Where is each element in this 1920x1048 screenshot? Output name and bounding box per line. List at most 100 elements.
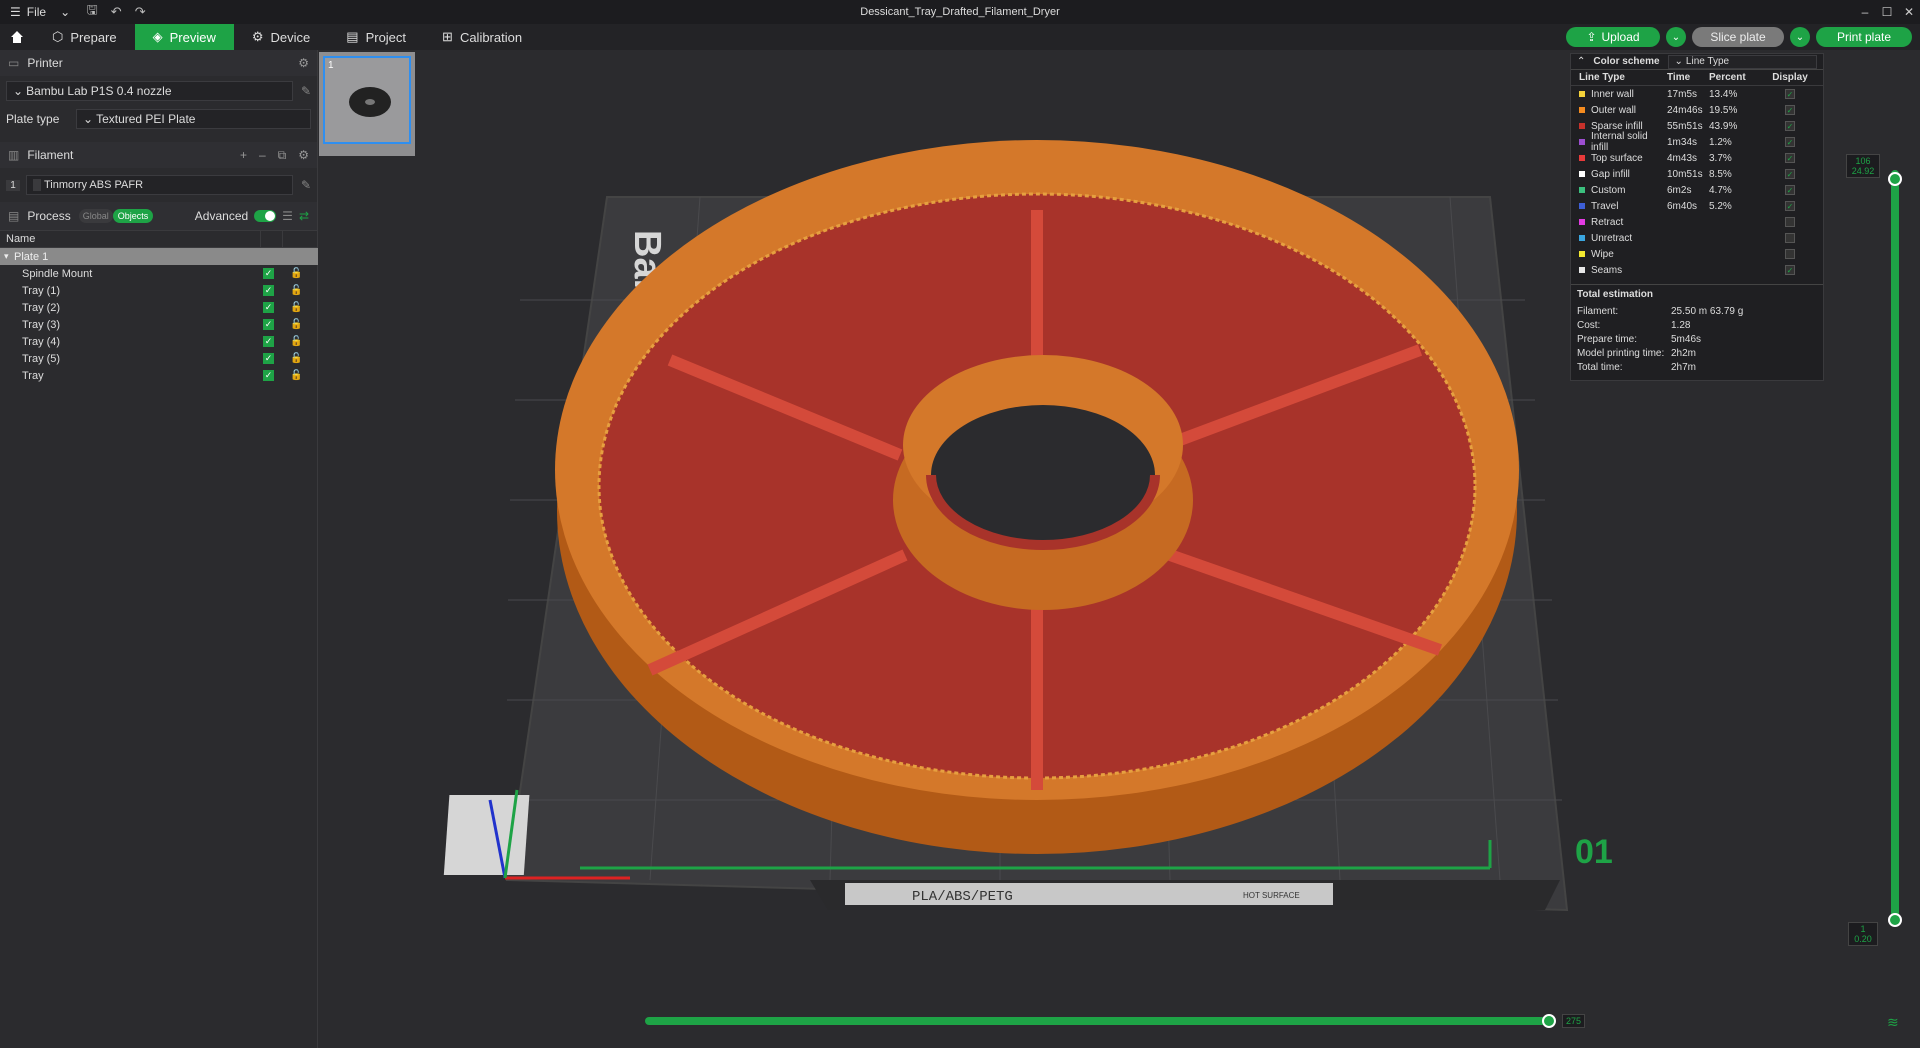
lock-icon[interactable]: 🔓 (290, 370, 304, 381)
compare-icon[interactable]: ⇄ (299, 209, 309, 223)
edit-icon[interactable]: ✎ (301, 84, 311, 98)
collapse-icon[interactable]: ⌃ (1577, 56, 1585, 67)
axis-cube (443, 795, 530, 875)
lock-icon[interactable]: 🔓 (290, 268, 304, 279)
display-checkbox[interactable]: ✓ (1785, 169, 1795, 179)
objects-toggle[interactable]: Objects (112, 209, 154, 223)
color-scheme-select[interactable]: ⌄ Line Type (1667, 54, 1817, 69)
home-icon[interactable] (0, 24, 34, 50)
lock-icon[interactable]: 🔓 (290, 285, 304, 296)
object-name: Tray (3) (22, 318, 61, 331)
bottom-layer-height: 0.20 (1854, 934, 1872, 944)
visible-checkbox[interactable]: ✓ (263, 302, 274, 313)
plate-type-select[interactable]: ⌄ Textured PEI Plate (76, 109, 311, 129)
upload-button[interactable]: ⇪ Upload (1566, 27, 1660, 47)
display-checkbox[interactable]: ✓ (1785, 137, 1795, 147)
name-column-header[interactable]: Name (6, 233, 260, 245)
undo-icon[interactable]: ↶ (104, 0, 128, 24)
lock-icon[interactable]: 🔓 (290, 302, 304, 313)
total-value: 25.50 m 63.79 g (1671, 305, 1744, 317)
file-menu[interactable]: ☰ File ⌄ (0, 5, 80, 19)
printer-settings-icon[interactable]: ⚙ (298, 56, 309, 70)
edit-icon[interactable]: ✎ (301, 178, 311, 192)
layer-slider-bottom-handle[interactable] (1888, 913, 1902, 927)
print-dropdown-button[interactable]: ⌄ (1790, 27, 1810, 47)
line-type-percent: 19.5% (1709, 104, 1738, 116)
print-plate-button[interactable]: Print plate (1816, 27, 1912, 47)
layers-icon[interactable]: ≋ (1887, 1014, 1899, 1031)
tab-calibration[interactable]: ⊞ Calibration (424, 24, 540, 50)
object-row[interactable]: Tray (1) ✓ 🔓 (0, 282, 318, 299)
tab-preview[interactable]: ◈ Preview (134, 24, 234, 50)
slice-dropdown-button[interactable]: ⌄ (1666, 27, 1686, 47)
printer-select[interactable]: ⌄ Bambu Lab P1S 0.4 nozzle (6, 81, 293, 101)
display-checkbox[interactable]: ✓ (1785, 201, 1795, 211)
maximize-icon[interactable]: ☐ (1876, 0, 1898, 24)
object-row[interactable]: Tray (2) ✓ 🔓 (0, 299, 318, 316)
plate-row[interactable]: ▾ Plate 1 (0, 248, 318, 265)
visible-checkbox[interactable]: ✓ (263, 353, 274, 364)
display-checkbox[interactable]: ✓ (1785, 121, 1795, 131)
add-filament-icon[interactable]: + (240, 148, 247, 163)
lock-icon[interactable]: 🔓 (290, 319, 304, 330)
line-type-swatch (1579, 219, 1585, 225)
display-checkbox[interactable]: ✓ (1785, 105, 1795, 115)
tab-device[interactable]: ⚙ Device (234, 24, 328, 50)
visible-checkbox[interactable]: ✓ (263, 268, 274, 279)
object-row[interactable]: Tray ✓ 🔓 (0, 367, 318, 384)
layers-icon: ◈ (152, 29, 163, 44)
plate-thumbnail[interactable]: 1 (319, 52, 415, 156)
plate-type-value: Textured PEI Plate (96, 112, 196, 126)
lock-icon[interactable]: 🔓 (290, 353, 304, 364)
line-type-name: Custom (1591, 184, 1626, 196)
display-checkbox[interactable]: ✓ (1785, 89, 1795, 99)
save-icon[interactable]: 🖫 (80, 0, 104, 24)
filament-select[interactable]: Tinmorry ABS PAFR (26, 175, 293, 195)
display-checkbox[interactable]: ✓ (1785, 233, 1795, 243)
display-checkbox[interactable]: ✓ (1785, 217, 1795, 227)
line-type-name: Internal solid infill (1590, 131, 1648, 153)
object-name: Tray (22, 369, 44, 382)
global-toggle[interactable]: Global (78, 209, 113, 223)
visible-checkbox[interactable]: ✓ (263, 319, 274, 330)
upload-icon: ⇪ (1586, 30, 1597, 44)
display-checkbox[interactable]: ✓ (1785, 265, 1795, 275)
layer-slider[interactable] (1891, 170, 1899, 922)
line-type-percent: 3.7% (1709, 152, 1732, 164)
move-slider[interactable] (645, 1017, 1550, 1025)
visible-checkbox[interactable]: ✓ (263, 336, 274, 347)
total-value: 5m46s (1671, 333, 1702, 345)
visible-checkbox[interactable]: ✓ (263, 285, 274, 296)
lock-icon[interactable]: 🔓 (290, 336, 304, 347)
object-row[interactable]: Tray (4) ✓ 🔓 (0, 333, 318, 350)
slice-plate-button[interactable]: Slice plate (1692, 27, 1784, 47)
advanced-switch[interactable] (254, 210, 277, 222)
upload-label: Upload (1601, 30, 1640, 44)
top-layer-value: 106 (1855, 156, 1871, 166)
plate-number: 01 (1575, 833, 1613, 871)
collapse-icon[interactable]: ▾ (0, 251, 14, 262)
sync-filament-icon[interactable]: ⧉ (278, 148, 287, 163)
display-checkbox[interactable]: ✓ (1785, 153, 1795, 163)
object-row[interactable]: Tray (3) ✓ 🔓 (0, 316, 318, 333)
line-type-name: Retract (1591, 216, 1624, 228)
title-bar: ☰ File ⌄ 🖫 ↶ ↷ Dessicant_Tray_Drafted_Fi… (0, 0, 1920, 24)
remove-filament-icon[interactable]: – (259, 148, 266, 163)
tab-prepare[interactable]: ⬡ Prepare (34, 24, 135, 50)
bed-hot-label: HOT SURFACE (1243, 891, 1300, 900)
object-row[interactable]: Tray (5) ✓ 🔓 (0, 350, 318, 367)
layer-slider-top-handle[interactable] (1888, 172, 1902, 186)
display-checkbox[interactable]: ✓ (1785, 249, 1795, 259)
close-icon[interactable]: ✕ (1898, 0, 1920, 24)
total-row: Model printing time: 2h2m (1571, 346, 1823, 360)
visible-checkbox[interactable]: ✓ (263, 370, 274, 381)
line-type-name: Sparse infill (1591, 120, 1643, 132)
minimize-icon[interactable]: – (1854, 0, 1876, 24)
list-view-icon[interactable]: ☰ (282, 209, 293, 223)
redo-icon[interactable]: ↷ (128, 0, 152, 24)
display-checkbox[interactable]: ✓ (1785, 185, 1795, 195)
tab-project[interactable]: ▤ Project (328, 24, 424, 50)
object-row[interactable]: Spindle Mount ✓ 🔓 (0, 265, 318, 282)
move-slider-handle[interactable] (1542, 1014, 1556, 1028)
filament-settings-icon[interactable]: ⚙ (298, 148, 309, 163)
